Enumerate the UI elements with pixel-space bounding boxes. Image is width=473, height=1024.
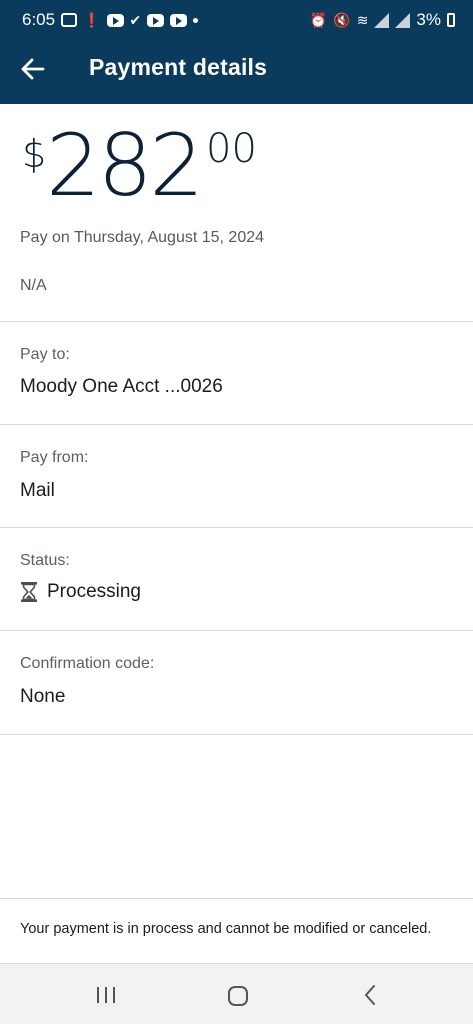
alert-icon: ❗ <box>83 11 101 28</box>
mute-icon: 🔇 <box>333 11 351 28</box>
status-row: Processing <box>20 581 141 603</box>
pay-to-value: Moody One Acct ...0026 <box>20 376 223 397</box>
status-bar: 6:05 ❗ ✔ ⏰ 🔇 ≋ 3% <box>0 0 473 40</box>
wifi-icon: ≋ <box>356 11 369 28</box>
status-label: Status: <box>20 552 70 569</box>
app-bar: Payment details <box>0 40 473 104</box>
status-value: Processing <box>47 581 141 602</box>
recent-apps-icon[interactable] <box>95 985 117 1005</box>
pay-from-label: Pay from: <box>20 449 89 466</box>
pay-date: Pay on Thursday, August 15, 2024 <box>20 229 265 246</box>
arrow-left-icon[interactable] <box>20 56 46 82</box>
amount-whole: 282 <box>46 116 204 216</box>
confirmation-code-value: None <box>20 686 66 707</box>
confirmation-code-label: Confirmation code: <box>20 655 155 672</box>
page-title: Payment details <box>89 54 268 80</box>
divider <box>0 424 473 425</box>
signal-icon <box>395 12 411 28</box>
hourglass-icon <box>21 582 37 602</box>
payment-memo: N/A <box>20 277 47 294</box>
back-nav-icon[interactable] <box>362 984 378 1006</box>
divider <box>0 898 473 899</box>
currency-symbol: $ <box>22 132 47 176</box>
status-time: 6:05 <box>22 10 56 29</box>
home-icon[interactable] <box>227 985 249 1007</box>
signal-icon <box>374 12 390 28</box>
divider <box>0 630 473 631</box>
battery-icon <box>447 13 455 27</box>
system-nav-bar <box>0 963 473 1024</box>
divider <box>0 321 473 322</box>
pay-to-label: Pay to: <box>20 346 70 363</box>
divider <box>0 527 473 528</box>
status-bar-left: 6:05 ❗ ✔ <box>22 10 199 30</box>
divider <box>0 734 473 735</box>
more-notifications-icon <box>193 17 199 23</box>
instagram-icon <box>61 13 78 27</box>
footer-note: Your payment is in process and cannot be… <box>20 921 432 937</box>
youtube-icon <box>170 13 188 27</box>
status-bar-right: ⏰ 🔇 ≋ 3% <box>310 10 455 30</box>
amount-cents: 00 <box>206 126 257 172</box>
alarm-icon: ⏰ <box>309 11 328 28</box>
battery-percent: 3% <box>416 10 441 29</box>
pay-from-value: Mail <box>20 480 55 501</box>
youtube-icon <box>106 13 124 27</box>
verified-icon: ✔ <box>129 11 142 28</box>
youtube-icon <box>147 13 165 27</box>
app-header: 6:05 ❗ ✔ ⏰ 🔇 ≋ 3% Payment details <box>0 0 473 104</box>
